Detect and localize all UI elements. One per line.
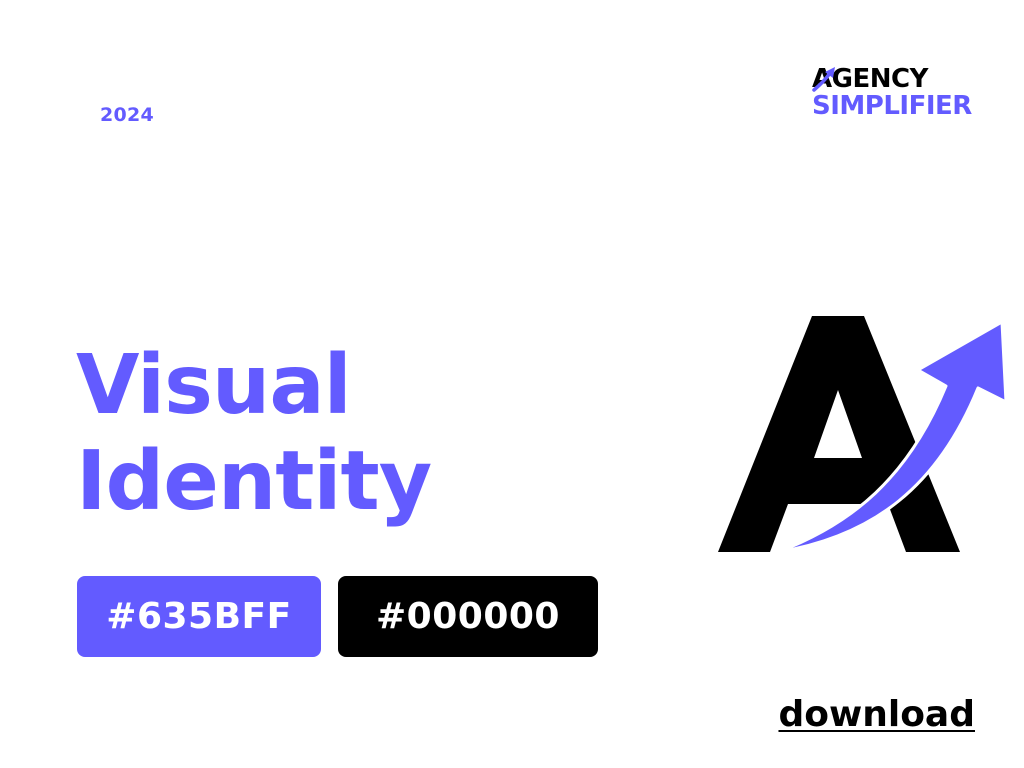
brand-logo: AGENCY SIMPLIFIER (812, 64, 987, 124)
primary-color-swatch: #635BFF (77, 576, 321, 657)
brand-arrow-icon (812, 67, 835, 92)
page-title: Visual Identity (76, 338, 432, 530)
title-line-1: Visual (76, 338, 352, 433)
brand-a-arrow-icon (718, 316, 1008, 554)
download-link[interactable]: download (778, 694, 975, 735)
title-line-2: Identity (76, 434, 432, 529)
year-label: 2024 (100, 104, 155, 126)
secondary-color-swatch: #000000 (338, 576, 598, 657)
brand-name-line2: SIMPLIFIER (812, 91, 972, 121)
